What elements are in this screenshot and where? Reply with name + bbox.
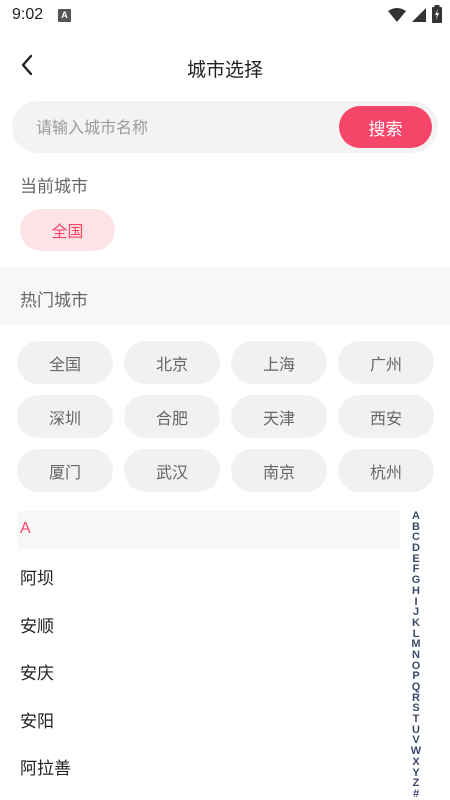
index-letter[interactable]: H: [412, 585, 420, 597]
status-bar: 9:02 A: [0, 0, 450, 32]
hot-city-chip[interactable]: 武汉: [124, 449, 220, 492]
city-list-item[interactable]: 阿坝: [20, 553, 390, 601]
alphabet-index[interactable]: A B C D E F G H I J K L M N O P Q R S T …: [406, 511, 426, 800]
status-time: 9:02: [12, 6, 44, 23]
hot-cities-label: 热门城市: [20, 291, 88, 311]
city-list-item[interactable]: 阿拉善: [20, 743, 390, 791]
hot-city-chip[interactable]: 上海: [231, 341, 327, 384]
search-box: 搜索: [12, 101, 438, 153]
search-input[interactable]: [36, 101, 336, 153]
wifi-icon: [388, 7, 406, 26]
signal-icon: [412, 7, 426, 26]
hot-city-chip[interactable]: 全国: [17, 341, 113, 384]
header: 城市选择: [0, 44, 450, 90]
hot-city-chip[interactable]: 北京: [124, 341, 220, 384]
notification-badge: A: [58, 9, 71, 22]
hot-city-chip[interactable]: 深圳: [17, 395, 113, 438]
battery-charging-icon: [432, 5, 442, 27]
city-list-item[interactable]: 安阳: [20, 696, 390, 744]
hot-city-chip[interactable]: 天津: [231, 395, 327, 438]
city-list: 阿坝 安顺 安庆 安阳 阿拉善: [20, 553, 390, 791]
index-letter[interactable]: K: [412, 618, 420, 629]
index-letter[interactable]: X: [412, 756, 419, 768]
search-button[interactable]: 搜索: [339, 106, 432, 148]
status-icons: [388, 5, 442, 27]
hot-cities-header: 热门城市: [0, 267, 450, 325]
city-list-item[interactable]: 安庆: [20, 648, 390, 696]
current-city-label: 当前城市: [20, 177, 88, 197]
hot-city-chip[interactable]: 杭州: [338, 449, 434, 492]
hot-city-chip[interactable]: 广州: [338, 341, 434, 384]
index-letter[interactable]: #: [413, 789, 419, 800]
page-title: 城市选择: [186, 59, 263, 81]
city-list-item[interactable]: 安顺: [20, 601, 390, 649]
hot-cities-grid: 全国 北京 上海 广州 深圳 合肥 天津 西安 厦门 武汉 南京 杭州: [17, 341, 434, 492]
hot-city-chip[interactable]: 南京: [231, 449, 327, 492]
hot-city-chip[interactable]: 合肥: [124, 395, 220, 438]
hot-city-chip[interactable]: 西安: [338, 395, 434, 438]
section-letter: A: [20, 520, 31, 537]
letter-section-header: A: [18, 511, 400, 549]
current-city-chip[interactable]: 全国: [20, 209, 115, 251]
hot-city-chip[interactable]: 厦门: [17, 449, 113, 492]
